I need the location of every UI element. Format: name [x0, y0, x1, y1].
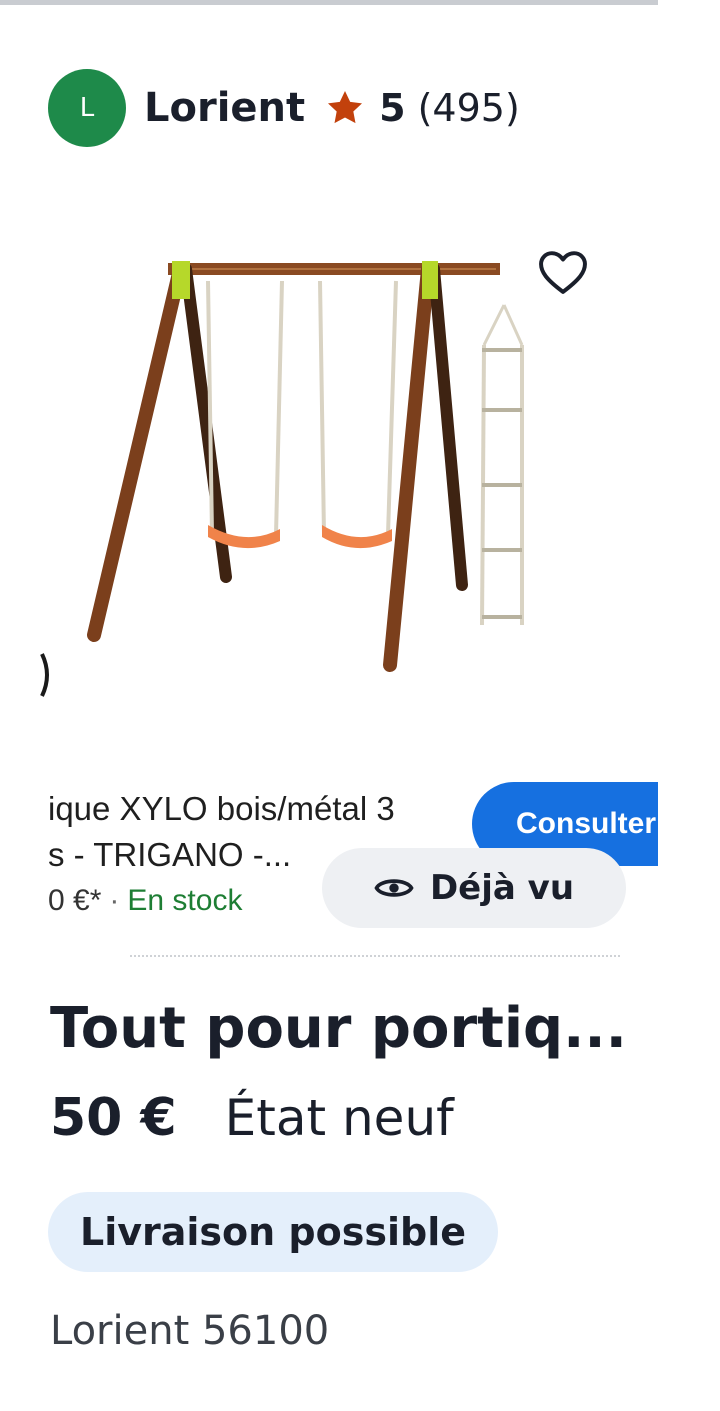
already-seen-badge: Déjà vu — [322, 848, 626, 928]
carousel-edge-arrow — [40, 653, 49, 697]
already-seen-label: Déjà vu — [429, 868, 575, 908]
seller-row[interactable]: L Lorient 5 (495) — [48, 68, 520, 148]
listing-title[interactable]: Tout pour portiq... — [50, 996, 627, 1061]
rating-count: (495) — [417, 86, 520, 130]
separator-dot: · — [109, 884, 120, 917]
seller-name[interactable]: Lorient — [144, 85, 305, 131]
avatar[interactable]: L — [48, 69, 126, 147]
star-icon — [328, 91, 363, 124]
listing-location: Lorient 56100 — [50, 1308, 330, 1354]
favorite-button[interactable] — [528, 242, 598, 302]
eye-icon — [374, 879, 414, 897]
dotted-divider — [130, 955, 620, 959]
rating-value: 5 — [379, 86, 406, 130]
ad-price-line: 0 €* · En stock — [48, 884, 242, 918]
top-divider — [0, 0, 658, 5]
item-condition: État neuf — [224, 1089, 454, 1147]
heart-outline-icon — [539, 251, 587, 294]
stock-status: En stock — [127, 884, 243, 917]
listing-price: 50 € — [50, 1088, 177, 1148]
listing-price-row: 50 € État neuf — [50, 1088, 454, 1148]
delivery-badge: Livraison possible — [48, 1192, 498, 1272]
ad-price: 0 €* — [48, 884, 102, 917]
ad-title-line: ique XYLO bois/métal 3 — [48, 790, 395, 827]
